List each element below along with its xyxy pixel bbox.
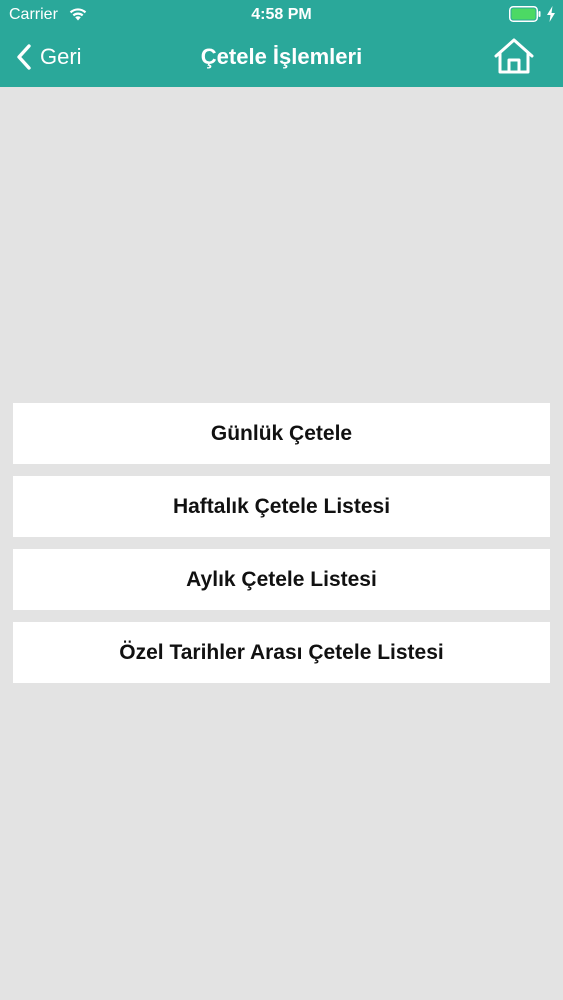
charging-bolt-icon bbox=[547, 6, 555, 22]
home-button[interactable] bbox=[492, 37, 536, 75]
navigation-header: Carrier 4:58 PM Geri Çetele İşlemleri bbox=[0, 0, 563, 87]
status-time: 4:58 PM bbox=[251, 6, 312, 23]
daily-tally-button[interactable]: Günlük Çetele bbox=[13, 403, 550, 464]
battery-icon bbox=[509, 6, 541, 22]
page-title: Çetele İşlemleri bbox=[200, 44, 363, 69]
weekly-tally-list-button[interactable]: Haftalık Çetele Listesi bbox=[13, 476, 550, 537]
monthly-tally-list-button[interactable]: Aylık Çetele Listesi bbox=[13, 549, 550, 610]
custom-date-range-tally-list-button[interactable]: Özel Tarihler Arası Çetele Listesi bbox=[13, 622, 550, 683]
home-icon bbox=[494, 38, 534, 74]
menu-list: Günlük Çetele Haftalık Çetele Listesi Ay… bbox=[13, 403, 550, 695]
status-bar: Carrier 4:58 PM bbox=[0, 0, 563, 30]
